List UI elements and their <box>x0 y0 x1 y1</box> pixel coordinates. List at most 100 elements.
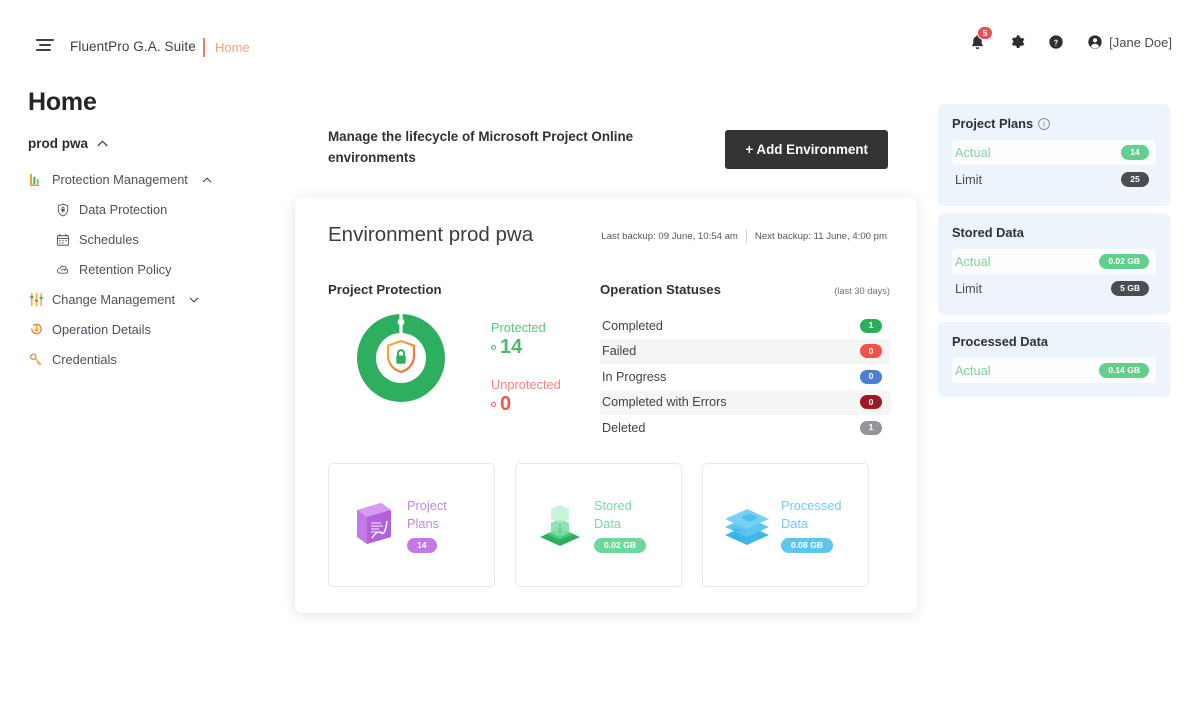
statuses-period-label: (last 30 days) <box>834 286 890 296</box>
next-backup-label: Next backup: 11 June, 4:00 pm <box>755 231 887 242</box>
unprotected-value: 0 <box>500 393 511 416</box>
protected-bullet-icon <box>491 345 496 350</box>
right-panel-stored-data: Stored Data Actual 0.02 GB Limit 5 GB <box>938 213 1170 315</box>
project-protection-title: Project Protection <box>328 282 442 297</box>
info-icon[interactable]: i <box>1038 118 1050 130</box>
chevron-up-icon[interactable] <box>202 177 212 183</box>
unprotected-label: Unprotected <box>491 377 561 392</box>
right-panel-limit-row: Limit 5 GB <box>952 276 1156 301</box>
user-menu[interactable]: [Jane Doe] <box>1087 34 1172 50</box>
actual-value-badge: 0.02 GB <box>1099 254 1149 269</box>
status-label: In Progress <box>602 370 666 384</box>
status-row-completed-with-errors[interactable]: Completed with Errors 0 <box>600 390 890 416</box>
metric-card-stored-data[interactable]: Stored Data 0.02 GB <box>515 463 682 587</box>
main-header: Manage the lifecycle of Microsoft Projec… <box>328 126 888 169</box>
actual-label: Actual <box>955 145 991 160</box>
breadcrumb[interactable]: Home <box>215 40 250 55</box>
limit-label: Limit <box>955 281 982 296</box>
right-panel-actual-row: Actual 0.14 GB <box>952 358 1156 383</box>
metric-card-processed-data[interactable]: Processed Data 0.08 GB <box>702 463 869 587</box>
actual-label: Actual <box>955 363 991 378</box>
donut-center-label: 14 <box>378 438 474 450</box>
sidebar-nav: Protection Management Data Protection <box>28 165 278 374</box>
limit-label: Limit <box>955 172 982 187</box>
right-panel-processed-data: Processed Data Actual 0.14 GB <box>938 322 1170 397</box>
status-row-completed[interactable]: Completed 1 <box>600 313 890 339</box>
sidebar-item-label: Protection Management <box>52 172 188 187</box>
help-icon <box>1048 34 1064 50</box>
statuses-list: Completed 1 Failed 0 In Progress 0 Compl… <box>600 313 890 441</box>
right-panel-actual-row: Actual 14 <box>952 140 1156 165</box>
status-label: Completed <box>602 319 663 333</box>
sidebar-item-label: Data Protection <box>79 202 167 217</box>
actual-value-badge: 0.14 GB <box>1099 363 1149 378</box>
status-badge: 1 <box>860 421 882 435</box>
status-badge: 0 <box>860 344 882 358</box>
sidebar-item-credentials[interactable]: Credentials <box>28 345 278 374</box>
sidebar-item-label: Credentials <box>52 352 117 367</box>
add-environment-button[interactable]: + Add Environment <box>725 130 888 169</box>
status-row-deleted[interactable]: Deleted 1 <box>600 415 890 441</box>
sidebar-item-change-management[interactable]: Change Management <box>28 285 278 314</box>
unprotected-bullet-icon <box>491 402 496 407</box>
header-icons: 5 [Jane Doe] <box>969 33 1172 51</box>
metric-card-project-plans[interactable]: Project Plans 14 <box>328 463 495 587</box>
notifications-button[interactable]: 5 <box>969 33 986 51</box>
operation-statuses-section: Operation Statuses (last 30 days) Comple… <box>600 282 890 441</box>
right-panel-title: Project Plans i <box>952 116 1156 131</box>
shield-lock-icon <box>384 339 418 375</box>
chevron-up-icon <box>97 140 108 147</box>
username-label: [Jane Doe] <box>1109 35 1172 50</box>
protection-donut-chart: 14 <box>353 310 449 411</box>
settings-button[interactable] <box>1009 34 1025 50</box>
sidebar-item-protection-management[interactable]: Protection Management <box>28 165 278 194</box>
sidebar-item-schedules[interactable]: Schedules <box>28 225 278 254</box>
status-badge: 1 <box>860 319 882 333</box>
info-arrow-icon <box>28 322 44 338</box>
help-button[interactable] <box>1048 34 1064 50</box>
calendar-icon <box>55 232 71 248</box>
limit-value-badge: 25 <box>1121 172 1149 187</box>
protected-value-row: 14 <box>491 336 561 359</box>
backup-info: Last backup: 09 June, 10:54 am Next back… <box>601 230 887 243</box>
project-plan-icon <box>347 497 399 554</box>
sidebar-item-retention-policy[interactable]: Retention Policy <box>28 255 278 284</box>
status-badge: 0 <box>860 395 882 409</box>
environment-panel: Environment prod pwa Last backup: 09 Jun… <box>295 197 917 613</box>
right-panel-title: Stored Data <box>952 225 1156 240</box>
right-panel-title: Processed Data <box>952 334 1156 349</box>
protection-legend: Protected 14 Unprotected 0 <box>491 320 561 416</box>
hamburger-icon[interactable] <box>36 39 54 51</box>
last-backup-label: Last backup: 09 June, 10:54 am <box>601 231 738 242</box>
chevron-down-icon[interactable] <box>189 297 199 303</box>
environment-selector[interactable]: prod pwa <box>28 136 278 151</box>
metric-cards: Project Plans 14 Stored Data 0.02 GB <box>328 463 869 587</box>
status-label: Deleted <box>602 421 645 435</box>
main-subtitle: Manage the lifecycle of Microsoft Projec… <box>328 126 688 169</box>
operation-statuses-title: Operation Statuses <box>600 282 721 297</box>
stored-data-icon <box>534 497 586 554</box>
brand-title: FluentPro G.A. Suite <box>70 39 196 54</box>
actual-value-badge: 14 <box>1121 145 1149 160</box>
sidebar-item-label: Change Management <box>52 292 175 307</box>
sidebar-item-label: Operation Details <box>52 322 151 337</box>
status-row-failed[interactable]: Failed 0 <box>600 339 890 365</box>
sidebar-item-label: Schedules <box>79 232 139 247</box>
project-protection-section: Project Protection 14 Prote <box>328 282 442 297</box>
cloud-refresh-icon <box>55 262 71 278</box>
backup-divider <box>746 230 747 243</box>
status-row-in-progress[interactable]: In Progress 0 <box>600 364 890 390</box>
unprotected-value-row: 0 <box>491 393 561 416</box>
metric-label: Project Plans <box>407 497 447 532</box>
user-avatar-icon <box>1087 34 1103 50</box>
sidebar-item-operation-details[interactable]: Operation Details <box>28 315 278 344</box>
protected-label: Protected <box>491 320 561 335</box>
key-icon <box>28 352 44 368</box>
page-title: Home <box>28 88 278 117</box>
top-bar: FluentPro G.A. Suite Home 5 <box>0 0 1200 74</box>
shield-lock-icon <box>55 202 71 218</box>
sliders-icon <box>28 292 44 308</box>
sidebar: Home prod pwa Protection Management <box>28 88 278 375</box>
right-panel-title-text: Project Plans <box>952 116 1033 131</box>
sidebar-item-data-protection[interactable]: Data Protection <box>28 195 278 224</box>
